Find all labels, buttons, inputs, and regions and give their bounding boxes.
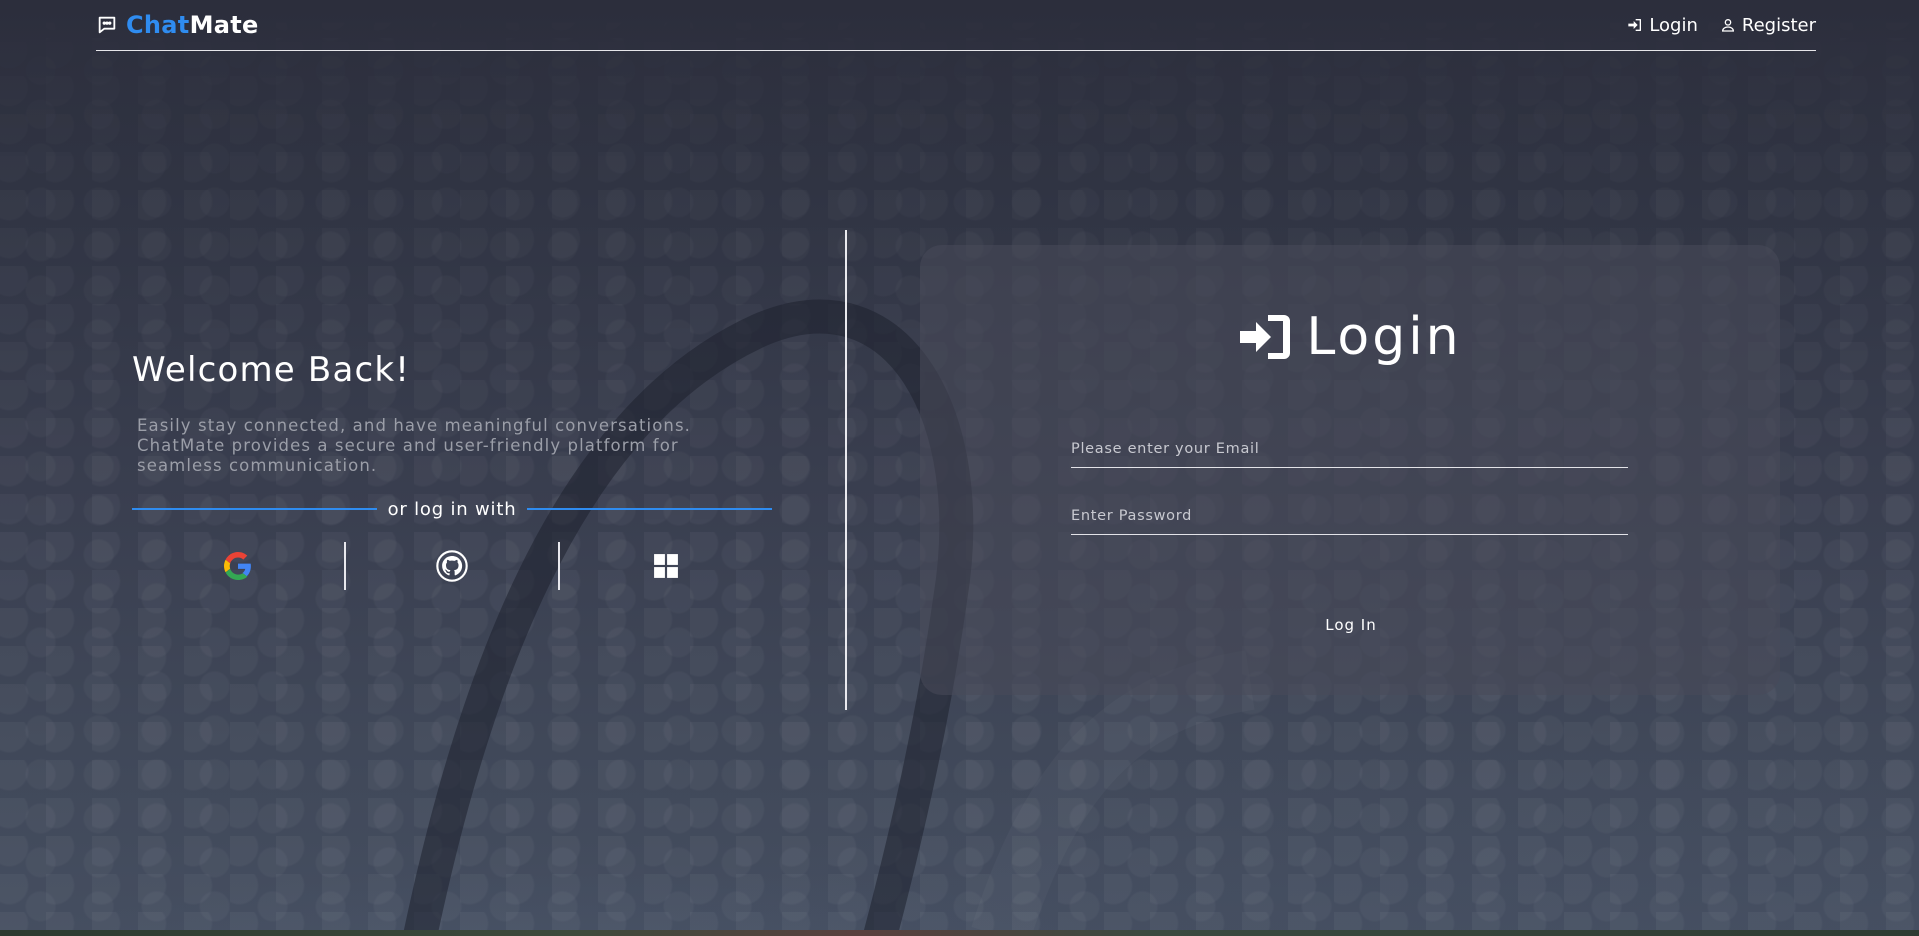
sign-in-icon xyxy=(1628,19,1642,31)
github-icon xyxy=(436,550,468,582)
password-input[interactable] xyxy=(1071,497,1628,534)
brand-name-part1: Chat xyxy=(126,11,190,39)
chat-bubble-icon xyxy=(96,14,118,36)
brand-name-part2: Mate xyxy=(189,11,259,39)
brand-logo[interactable]: ChatMate xyxy=(96,11,259,39)
welcome-title: Welcome Back! xyxy=(132,350,411,390)
google-login-button[interactable] xyxy=(132,542,344,590)
login-heading: Login xyxy=(920,307,1780,367)
social-login-row xyxy=(132,542,772,590)
divider-line-left xyxy=(132,508,377,510)
social-divider: or log in with xyxy=(132,497,773,521)
nav-login-label: Login xyxy=(1649,14,1698,36)
login-title: Login xyxy=(1306,307,1462,367)
password-field-wrapper xyxy=(1071,497,1628,535)
nav-register-link[interactable]: Register xyxy=(1720,15,1816,36)
divider-text: or log in with xyxy=(387,498,517,520)
microsoft-icon xyxy=(653,554,678,578)
nav-register-label: Register xyxy=(1741,14,1816,36)
login-submit-button[interactable]: Log In xyxy=(1301,610,1401,640)
email-field-wrapper xyxy=(1071,430,1628,468)
microsoft-login-button[interactable] xyxy=(560,542,772,590)
brand-name: ChatMate xyxy=(126,11,259,39)
github-login-button[interactable] xyxy=(346,542,558,590)
navbar: ChatMate Login Register xyxy=(96,0,1816,51)
welcome-tagline: Easily stay connected, and have meaningf… xyxy=(137,416,691,475)
bottom-strip xyxy=(0,930,1919,936)
welcome-section: Welcome Back! Easily stay connected, and… xyxy=(132,350,773,590)
section-divider xyxy=(845,230,847,710)
google-icon xyxy=(224,552,252,580)
nav-login-link[interactable]: Login xyxy=(1627,15,1698,36)
login-card: Login Log In xyxy=(920,245,1780,695)
email-input[interactable] xyxy=(1071,430,1628,467)
user-icon xyxy=(1721,19,1734,32)
nav-links: Login Register xyxy=(1627,15,1816,36)
sign-in-icon xyxy=(1240,315,1291,359)
divider-line-right xyxy=(527,508,773,510)
